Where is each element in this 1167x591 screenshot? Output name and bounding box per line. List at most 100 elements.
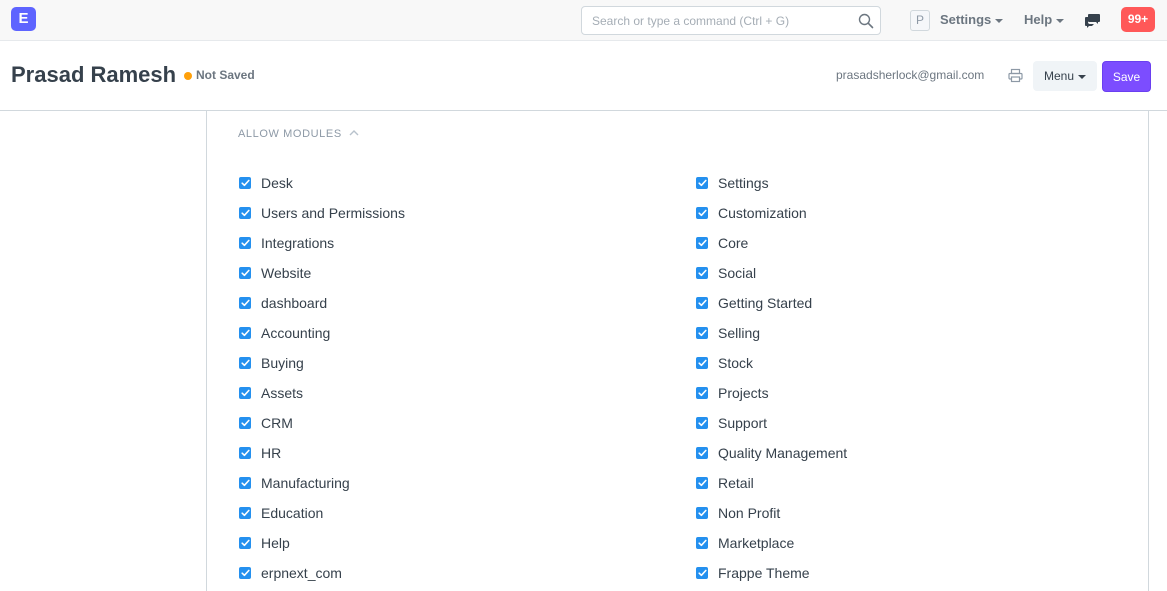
avatar[interactable]: P [910, 10, 930, 31]
module-checkbox-row[interactable]: Website [239, 258, 405, 288]
checkmark-icon [240, 509, 250, 517]
help-dropdown[interactable]: Help [1024, 12, 1065, 27]
module-checkbox[interactable] [239, 387, 251, 399]
search-icon[interactable] [858, 13, 874, 29]
module-label: Selling [718, 325, 761, 341]
module-label: Desk [261, 175, 293, 191]
module-checkbox-row[interactable]: CRM [239, 408, 405, 438]
chevron-down-icon [1078, 74, 1087, 79]
module-checkbox-row[interactable]: Assets [239, 378, 405, 408]
module-checkbox[interactable] [696, 507, 708, 519]
chat-icon[interactable] [1084, 11, 1102, 29]
module-checkbox-row[interactable]: Support [696, 408, 847, 438]
module-checkbox-row[interactable]: Manufacturing [239, 468, 405, 498]
module-checkbox[interactable] [239, 567, 251, 579]
module-checkbox-row[interactable]: Users and Permissions [239, 198, 405, 228]
module-label: erpnext_com [261, 565, 342, 581]
module-checkbox-row[interactable]: erpnext_com [239, 558, 405, 588]
checkmark-icon [240, 359, 250, 367]
module-checkbox[interactable] [239, 477, 251, 489]
module-label: Getting Started [718, 295, 813, 311]
module-checkbox[interactable] [696, 447, 708, 459]
checkmark-icon [697, 449, 707, 457]
module-checkbox-row[interactable]: Projects [696, 378, 847, 408]
module-checkbox[interactable] [696, 177, 708, 189]
app-logo[interactable]: E [11, 7, 36, 31]
module-checkbox-row[interactable]: Marketplace [696, 528, 847, 558]
module-checkbox[interactable] [239, 507, 251, 519]
module-label: Assets [261, 385, 304, 401]
modules-right-column: Settings Customization Core Social Getting S… [696, 168, 847, 588]
module-checkbox[interactable] [239, 357, 251, 369]
checkmark-icon [240, 329, 250, 337]
module-label: Social [718, 265, 757, 281]
module-label: Help [261, 535, 290, 551]
module-checkbox[interactable] [696, 327, 708, 339]
module-checkbox-row[interactable]: Desk [239, 168, 405, 198]
module-checkbox-row[interactable]: Help [239, 528, 405, 558]
chevron-up-icon[interactable] [348, 128, 360, 138]
module-label: Users and Permissions [261, 205, 405, 221]
module-checkbox-row[interactable]: Stock [696, 348, 847, 378]
module-checkbox[interactable] [696, 267, 708, 279]
module-label: Stock [718, 355, 754, 371]
module-checkbox-row[interactable]: Selling [696, 318, 847, 348]
settings-dropdown[interactable]: Settings [940, 12, 1004, 27]
module-checkbox-row[interactable]: dashboard [239, 288, 405, 318]
checkmark-icon [697, 419, 707, 427]
module-label: Settings [718, 175, 769, 191]
module-checkbox[interactable] [239, 177, 251, 189]
module-checkbox[interactable] [239, 267, 251, 279]
checkmark-icon [697, 209, 707, 217]
module-checkbox[interactable] [239, 537, 251, 549]
checkmark-icon [240, 419, 250, 427]
section-title[interactable]: ALLOW MODULES [238, 128, 342, 140]
module-checkbox-row[interactable]: Settings [696, 168, 847, 198]
notification-badge[interactable]: 99+ [1121, 7, 1155, 32]
page-title: Prasad Ramesh [11, 62, 177, 87]
module-checkbox[interactable] [696, 477, 708, 489]
module-checkbox-row[interactable]: Retail [696, 468, 847, 498]
module-checkbox-row[interactable]: Frappe Theme [696, 558, 847, 588]
module-checkbox[interactable] [696, 357, 708, 369]
module-checkbox[interactable] [696, 237, 708, 249]
module-checkbox-row[interactable]: Education [239, 498, 405, 528]
module-checkbox[interactable] [239, 207, 251, 219]
menu-button-label: Menu [1043, 69, 1075, 83]
module-checkbox-row[interactable]: Core [696, 228, 847, 258]
module-checkbox-row[interactable]: Social [696, 258, 847, 288]
checkmark-icon [697, 299, 707, 307]
status-badge: Not Saved [196, 68, 255, 82]
checkmark-icon [240, 389, 250, 397]
module-checkbox[interactable] [696, 387, 708, 399]
module-checkbox[interactable] [239, 327, 251, 339]
print-icon[interactable] [1008, 68, 1023, 83]
module-checkbox[interactable] [239, 237, 251, 249]
module-checkbox-row[interactable]: Buying [239, 348, 405, 378]
menu-button[interactable]: Menu [1033, 61, 1097, 91]
module-checkbox[interactable] [239, 297, 251, 309]
module-checkbox-row[interactable]: Customization [696, 198, 847, 228]
save-button[interactable]: Save [1102, 61, 1151, 92]
module-checkbox[interactable] [696, 537, 708, 549]
module-label: HR [261, 445, 282, 461]
module-checkbox-row[interactable]: HR [239, 438, 405, 468]
checkmark-icon [697, 569, 707, 577]
module-checkbox-row[interactable]: Non Profit [696, 498, 847, 528]
module-checkbox[interactable] [239, 417, 251, 429]
module-checkbox[interactable] [696, 207, 708, 219]
module-checkbox[interactable] [696, 297, 708, 309]
search-input[interactable] [582, 7, 842, 34]
module-checkbox[interactable] [239, 447, 251, 459]
search-bar[interactable] [581, 6, 881, 35]
module-checkbox-row[interactable]: Integrations [239, 228, 405, 258]
module-checkbox-row[interactable]: Quality Management [696, 438, 847, 468]
module-checkbox[interactable] [696, 567, 708, 579]
checkmark-icon [697, 389, 707, 397]
checkmark-icon [240, 569, 250, 577]
module-label: Education [261, 505, 324, 521]
module-checkbox-row[interactable]: Getting Started [696, 288, 847, 318]
module-checkbox-row[interactable]: Accounting [239, 318, 405, 348]
help-label: Help [1024, 12, 1053, 27]
module-checkbox[interactable] [696, 417, 708, 429]
